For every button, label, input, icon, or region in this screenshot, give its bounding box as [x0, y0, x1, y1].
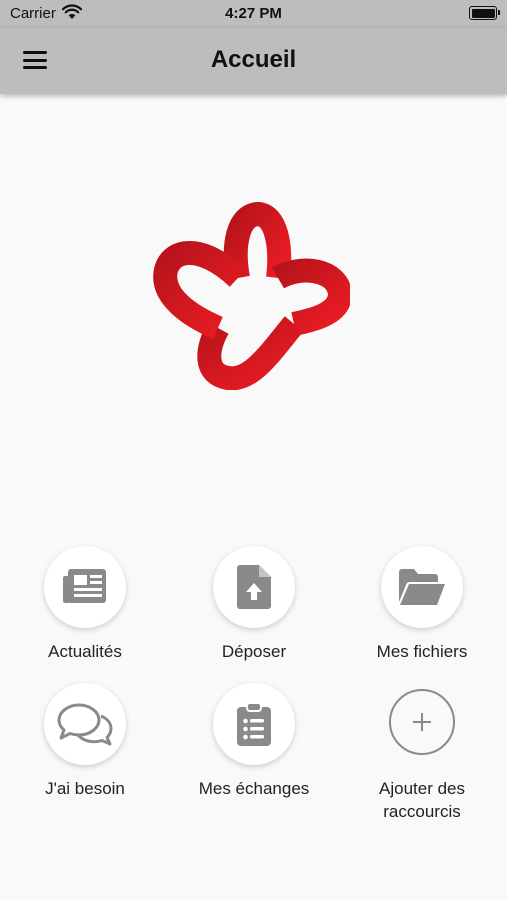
status-time: 4:27 PM	[225, 5, 282, 22]
mes-fichiers-button[interactable]	[381, 546, 463, 628]
clipboard-list-icon	[237, 702, 271, 746]
shortcut-label: Ajouter des raccourcis	[379, 779, 465, 821]
ajouter-raccourcis-button[interactable]	[389, 689, 455, 755]
battery-icon	[469, 6, 500, 20]
shortcut-actualites[interactable]: Actualités	[15, 546, 155, 663]
shortcut-label: Actualités	[48, 642, 122, 661]
file-upload-icon	[237, 565, 271, 609]
page-title: Accueil	[210, 46, 297, 73]
chat-bubbles-icon	[57, 703, 113, 746]
plus-icon	[413, 713, 431, 731]
shortcut-j-ai-besoin[interactable]: J'ai besoin	[15, 683, 155, 800]
deposer-button[interactable]	[213, 546, 295, 628]
folder-open-icon	[399, 569, 445, 605]
navigation-bar: Accueil	[0, 28, 507, 94]
shortcut-label: J'ai besoin	[45, 779, 125, 798]
shortcut-label: Mes fichiers	[376, 642, 468, 661]
shortcut-deposer[interactable]: Déposer	[184, 546, 324, 663]
mes-echanges-button[interactable]	[213, 683, 295, 765]
j-ai-besoin-button[interactable]	[44, 683, 126, 765]
shortcut-label: Déposer	[221, 642, 287, 661]
newspaper-icon	[63, 569, 106, 603]
shortcut-label: Mes échanges	[198, 779, 310, 798]
shortcut-mes-echanges[interactable]: Mes échanges	[184, 683, 324, 800]
shortcut-ajouter-raccourcis[interactable]: Ajouter des raccourcis	[352, 683, 492, 823]
brand-logo	[153, 201, 350, 390]
actualites-button[interactable]	[44, 546, 126, 628]
status-bar: Carrier 4:27 PM	[0, 0, 507, 28]
shortcut-mes-fichiers[interactable]: Mes fichiers	[352, 546, 492, 663]
